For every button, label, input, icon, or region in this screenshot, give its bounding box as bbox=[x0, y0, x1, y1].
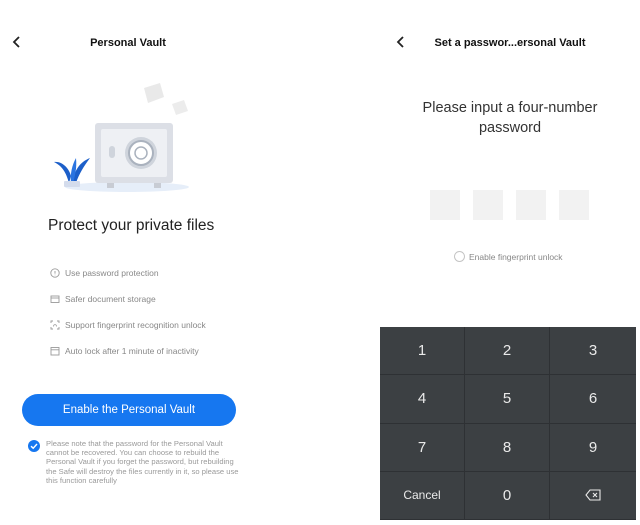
checkbox-checked-icon[interactable] bbox=[28, 440, 40, 452]
set-password-screen: Set a passwor...ersonal Vault Please inp… bbox=[380, 0, 640, 525]
shield-icon bbox=[50, 268, 60, 278]
key-9[interactable]: 9 bbox=[550, 424, 636, 472]
key-0[interactable]: 0 bbox=[465, 471, 550, 520]
key-8[interactable]: 8 bbox=[465, 423, 550, 472]
cancel-key[interactable]: Cancel bbox=[380, 471, 465, 520]
key-7[interactable]: 7 bbox=[380, 423, 465, 472]
calendar-lock-icon bbox=[50, 346, 60, 356]
enable-vault-button[interactable]: Enable the Personal Vault bbox=[22, 394, 236, 426]
key-1[interactable]: 1 bbox=[380, 327, 465, 376]
feature-label: Support fingerprint recognition unlock bbox=[65, 320, 206, 330]
page-title: Personal Vault bbox=[90, 37, 166, 49]
key-4[interactable]: 4 bbox=[380, 375, 465, 424]
fingerprint-icon bbox=[50, 320, 60, 330]
feature-password: Use password protection bbox=[50, 260, 206, 286]
feature-fingerprint: Support fingerprint recognition unlock bbox=[50, 312, 206, 338]
password-prompt: Please input a four-number password bbox=[422, 100, 598, 136]
pin-input[interactable] bbox=[430, 190, 589, 220]
fingerprint-label: Enable fingerprint unlock bbox=[469, 251, 563, 262]
pin-slot[interactable] bbox=[559, 190, 589, 220]
key-3[interactable]: 3 bbox=[550, 327, 636, 376]
key-2[interactable]: 2 bbox=[465, 327, 550, 376]
backspace-icon bbox=[585, 489, 601, 501]
page-title: Set a passwor...ersonal Vault bbox=[434, 37, 586, 49]
folder-icon bbox=[50, 294, 60, 304]
feature-storage: Safer document storage bbox=[50, 286, 206, 312]
feature-autolock: Auto lock after 1 minute of inactivity bbox=[50, 338, 206, 364]
feature-list: Use password protection Safer document s… bbox=[50, 260, 206, 364]
key-5[interactable]: 5 bbox=[465, 375, 550, 424]
personal-vault-screen: Personal Vault Protect your private file… bbox=[0, 0, 252, 525]
feature-label: Auto lock after 1 minute of inactivity bbox=[65, 346, 199, 356]
numeric-keypad: 1 2 3 4 5 6 7 8 9 Cancel 0 bbox=[380, 327, 636, 520]
protect-heading: Protect your private files bbox=[48, 217, 215, 234]
feature-label: Use password protection bbox=[65, 268, 159, 278]
backspace-key[interactable] bbox=[550, 472, 636, 520]
pin-slot[interactable] bbox=[473, 190, 503, 220]
radio-unchecked-icon[interactable] bbox=[454, 251, 465, 262]
vault-illustration bbox=[54, 83, 189, 192]
notice-text: Please note that the password for the Pe… bbox=[46, 439, 239, 485]
password-notice: Please note that the password for the Pe… bbox=[28, 439, 240, 485]
fingerprint-toggle[interactable]: Enable fingerprint unlock bbox=[454, 251, 563, 262]
feature-label: Safer document storage bbox=[65, 294, 156, 304]
pin-slot[interactable] bbox=[516, 190, 546, 220]
pin-slot[interactable] bbox=[430, 190, 460, 220]
key-6[interactable]: 6 bbox=[550, 375, 636, 424]
